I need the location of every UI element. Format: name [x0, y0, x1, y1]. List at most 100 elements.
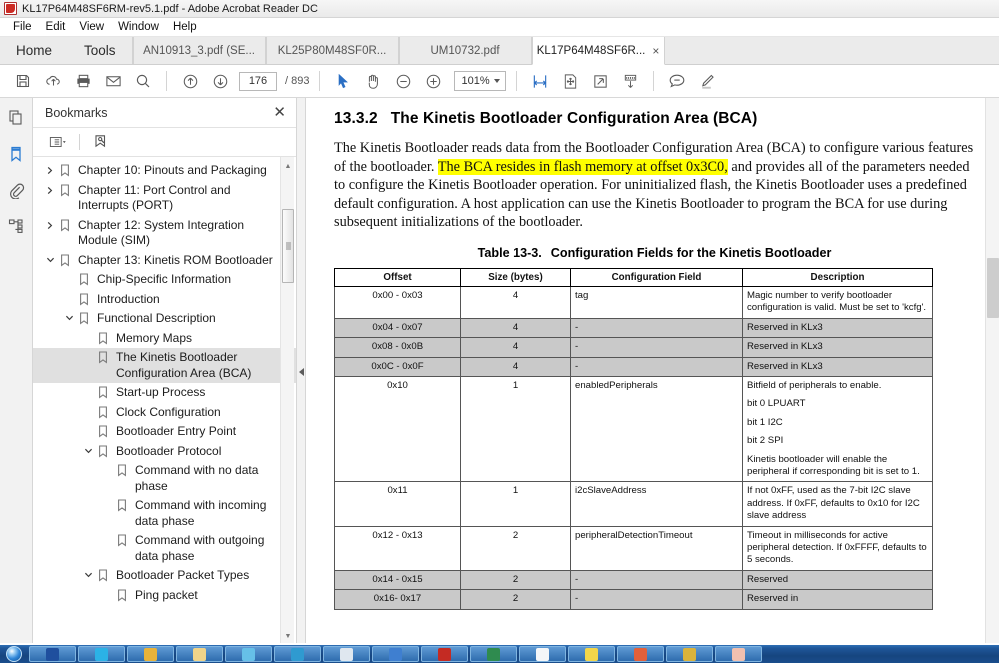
tab-home[interactable]: Home — [0, 37, 69, 64]
close-tab-icon[interactable]: × — [652, 45, 659, 57]
page-number-input[interactable]: 176 — [239, 71, 277, 91]
description-line: Reserved in KLx3 — [747, 341, 823, 353]
bookmark-item[interactable]: Chapter 13: Kinetis ROM Bootloader — [33, 251, 296, 271]
document-tab-um10732[interactable]: UM10732.pdf — [398, 37, 532, 64]
taskbar-item-sketch[interactable] — [568, 646, 615, 662]
bookmarks-scrollbar[interactable]: ▲ ▼ — [280, 157, 294, 645]
taskbar-item-explorer-folder[interactable] — [176, 646, 223, 662]
menu-view[interactable]: View — [72, 19, 111, 35]
scroll-up-icon[interactable]: ▲ — [281, 159, 295, 173]
print-icon[interactable] — [68, 68, 98, 94]
attachments-icon[interactable] — [4, 178, 28, 202]
taskbar-item-acrobat[interactable] — [421, 646, 468, 662]
bookmark-item[interactable]: Memory Maps — [33, 329, 296, 349]
fit-page-icon[interactable] — [585, 68, 615, 94]
bookmark-item[interactable]: Chapter 10: Pinouts and Packaging — [33, 161, 296, 181]
zoom-level-select[interactable]: 101% — [454, 71, 507, 91]
taskbar-item-outlook[interactable] — [29, 646, 76, 662]
save-icon[interactable] — [8, 68, 38, 94]
bookmarks-tree[interactable]: Chapter 10: Pinouts and Packaging Chapter… — [33, 157, 296, 645]
chevron-right-icon[interactable] — [43, 218, 57, 230]
taskbar-item-image[interactable] — [715, 646, 762, 662]
cell-size: 2 — [460, 589, 571, 610]
start-orb-icon[interactable] — [1, 646, 27, 663]
taskbar-item-word[interactable] — [519, 646, 566, 662]
chevron-down-icon[interactable] — [81, 444, 95, 455]
menu-file[interactable]: File — [6, 19, 39, 35]
cell-configuration-field: - — [570, 569, 743, 591]
cell-description: Reserved in KLx3 — [742, 356, 933, 378]
zoom-out-icon[interactable] — [388, 68, 418, 94]
pan-page-icon[interactable] — [555, 68, 585, 94]
cell-description: Reserved — [742, 569, 933, 591]
document-tab-kl25p80[interactable]: KL25P80M48SF0R... — [265, 37, 399, 64]
bookmark-item[interactable]: Functional Description — [33, 309, 296, 329]
bookmark-item[interactable]: Command with incoming data phase — [33, 496, 296, 531]
bookmark-item[interactable]: Command with no data phase — [33, 461, 296, 496]
chevron-right-icon[interactable] — [43, 183, 57, 195]
bookmark-item[interactable]: Bootloader Protocol — [33, 442, 296, 462]
bookmarks-scroll-thumb[interactable] — [282, 209, 294, 283]
bookmark-item[interactable]: The Kinetis Bootloader Configuration Are… — [33, 348, 296, 383]
bookmark-item[interactable]: Ping packet — [33, 586, 296, 606]
comment-icon[interactable] — [662, 68, 692, 94]
taskbar-item-ie[interactable] — [225, 646, 272, 662]
cell-size: 2 — [460, 525, 571, 571]
zoom-in-icon[interactable] — [418, 68, 448, 94]
next-page-icon[interactable] — [205, 68, 235, 94]
cell-description: Bitfield of peripherals to enable. bit 0 … — [742, 375, 933, 483]
email-icon[interactable] — [98, 68, 128, 94]
bookmark-options-icon[interactable] — [45, 131, 71, 153]
taskbar-item-office[interactable] — [274, 646, 321, 662]
menu-window[interactable]: Window — [111, 19, 166, 35]
taskbar-item-tool[interactable] — [617, 646, 664, 662]
document-tab-kl17p64-active[interactable]: KL17P64M48SF6R... × — [531, 37, 665, 65]
bookmarks-icon[interactable] — [4, 142, 28, 166]
bookmark-item[interactable]: Bootloader Entry Point — [33, 422, 296, 442]
scroll-down-icon[interactable]: ▼ — [281, 629, 295, 643]
search-icon[interactable] — [128, 68, 158, 94]
previous-page-icon[interactable] — [175, 68, 205, 94]
taskbar-item-icon — [634, 647, 647, 661]
chevron-down-icon[interactable] — [81, 568, 95, 579]
bookmark-item[interactable]: Introduction — [33, 290, 296, 310]
select-cursor-icon[interactable] — [328, 68, 358, 94]
bookmark-item-label: Command with no data phase — [135, 463, 259, 493]
menu-help[interactable]: Help — [166, 19, 204, 35]
chevron-right-icon[interactable] — [43, 163, 57, 175]
bookmark-item[interactable]: Chip-Specific Information — [33, 270, 296, 290]
panel-collapse-handle[interactable] — [297, 98, 306, 645]
chevron-down-icon[interactable] — [43, 253, 57, 264]
bookmark-item[interactable]: Clock Configuration — [33, 403, 296, 423]
bookmark-item[interactable]: Bootloader Packet Types — [33, 566, 296, 586]
taskbar-item-excel[interactable] — [470, 646, 517, 662]
document-scrollbar[interactable] — [985, 98, 999, 645]
tags-icon[interactable] — [4, 214, 28, 238]
fit-width-icon[interactable] — [525, 68, 555, 94]
new-bookmark-icon[interactable] — [88, 131, 114, 153]
menu-edit[interactable]: Edit — [39, 19, 73, 35]
table-row: 0x0C - 0x0F 4- Reserved in KLx3 — [334, 356, 933, 378]
cloud-upload-icon[interactable] — [38, 68, 68, 94]
chevron-down-icon[interactable] — [62, 311, 76, 322]
bookmark-item[interactable]: Chapter 12: System Integration Module (S… — [33, 216, 296, 251]
tab-tools[interactable]: Tools — [68, 37, 133, 64]
table-row: 0x16- 0x17 2- Reserved in — [334, 589, 933, 610]
close-panel-icon[interactable]: ✕ — [273, 105, 286, 120]
read-mode-icon[interactable] — [615, 68, 645, 94]
hand-tool-icon[interactable] — [358, 68, 388, 94]
taskbar-item-skype[interactable] — [78, 646, 125, 662]
taskbar-item-media[interactable] — [666, 646, 713, 662]
bookmark-item[interactable]: Chapter 11: Port Control and Interrupts … — [33, 181, 296, 216]
bookmark-item[interactable]: Start-up Process — [33, 383, 296, 403]
document-scroll-thumb[interactable] — [987, 258, 999, 318]
taskbar-item-mail[interactable] — [372, 646, 419, 662]
column-header-offset: Offset — [334, 267, 461, 287]
bookmark-item[interactable]: Command with outgoing data phase — [33, 531, 296, 566]
highlight-pen-icon[interactable] — [692, 68, 722, 94]
document-tab-an10913[interactable]: AN10913_3.pdf (SE... — [132, 37, 266, 64]
taskbar-item-paint[interactable] — [127, 646, 174, 662]
taskbar-item-notepad[interactable] — [323, 646, 370, 662]
page-thumbnails-icon[interactable] — [4, 106, 28, 130]
table-row: 0x08 - 0x0B 4- Reserved in KLx3 — [334, 337, 933, 358]
